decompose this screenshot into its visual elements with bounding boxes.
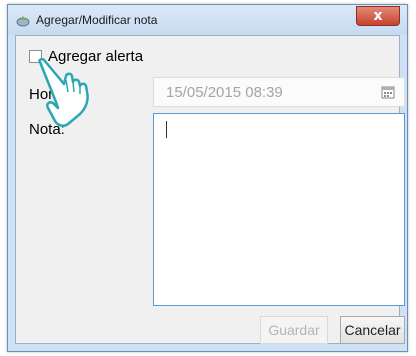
guardar-button[interactable]: Guardar: [260, 316, 328, 344]
calendar-icon[interactable]: [381, 85, 395, 99]
note-app-icon: [16, 16, 30, 27]
close-icon: x: [373, 8, 383, 24]
hora-value: 15/05/2015 08:39: [166, 84, 283, 101]
text-caret: [166, 121, 167, 138]
window-title: Agregar/Modificar nota: [36, 13, 158, 27]
title-bar[interactable]: Agregar/Modificar nota x: [8, 5, 407, 35]
cancelar-button[interactable]: Cancelar: [340, 316, 405, 344]
hand-pointer-icon: [38, 58, 89, 127]
nota-textarea[interactable]: [153, 113, 405, 306]
hora-datetime-field[interactable]: 15/05/2015 08:39: [153, 77, 405, 107]
dialog-body: Agregar alerta Hora 15/05/2015 08:39 Not…: [15, 35, 405, 344]
dialog-window: Agregar/Modificar nota x Agregar alerta …: [7, 4, 408, 352]
close-button[interactable]: x: [356, 6, 400, 26]
